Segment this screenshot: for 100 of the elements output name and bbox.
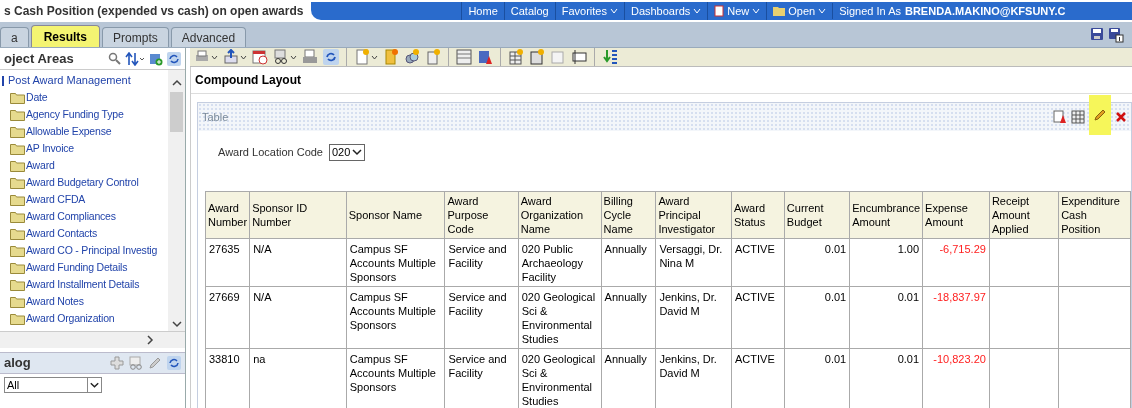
caret-icon[interactable] <box>371 54 378 60</box>
table-cell: Service and Facility <box>445 238 519 287</box>
table-cell: Annually <box>601 286 656 349</box>
tree-item[interactable]: Post Award Management <box>0 72 168 89</box>
column-header[interactable]: Encumbrance Amount <box>849 191 923 239</box>
column-header[interactable]: Award Number <box>205 191 250 239</box>
sort-down-icon[interactable] <box>602 49 618 65</box>
print-preview-icon[interactable] <box>302 49 318 65</box>
tree-item[interactable]: Award Organization <box>0 310 168 327</box>
horizontal-scrollbar[interactable] <box>0 332 185 348</box>
sort-arrows-icon[interactable] <box>125 51 145 66</box>
tree-item[interactable]: Award <box>0 157 168 174</box>
column-header[interactable]: Sponsor ID Number <box>249 191 347 239</box>
refresh-icon[interactable] <box>167 356 181 370</box>
refresh-icon[interactable] <box>323 49 339 65</box>
tree-item[interactable]: Award Budgetary Control <box>0 174 168 191</box>
add-icon[interactable] <box>149 51 163 66</box>
import-document-icon[interactable] <box>477 49 493 65</box>
nav-link[interactable]: Home <box>461 2 504 20</box>
nav-link[interactable]: Favorites <box>554 2 624 20</box>
column-width-icon[interactable] <box>571 49 587 65</box>
folder-icon <box>10 193 25 206</box>
folder-icon <box>10 244 25 257</box>
column-header[interactable]: Sponsor Name <box>346 191 445 239</box>
xyz-table-icon[interactable] <box>456 49 472 65</box>
tree-item[interactable]: Agency Funding Type <box>0 106 168 123</box>
pencil-icon <box>1093 108 1107 122</box>
column-header[interactable]: Billing Cycle Name <box>601 191 656 239</box>
scroll-down-icon[interactable] <box>170 319 183 329</box>
search-icon[interactable] <box>108 52 121 65</box>
tree-item[interactable]: Award Funding Details <box>0 259 168 276</box>
nav-link[interactable]: New <box>707 2 767 20</box>
table-cell: 0.01 <box>784 238 850 287</box>
caret-icon[interactable] <box>240 54 247 60</box>
table-cell: Annually <box>601 348 656 408</box>
calendar-clock-icon[interactable] <box>252 49 268 65</box>
new-table-icon[interactable] <box>508 49 524 65</box>
save-as-icon[interactable] <box>1108 27 1124 43</box>
pdf-export-icon[interactable] <box>1053 110 1067 124</box>
folder-icon <box>10 91 25 104</box>
table-cell: 020 Geological Sci & Environmental Studies <box>518 286 602 349</box>
folder-icon <box>10 210 25 223</box>
table-cell: N/A <box>249 238 347 287</box>
column-header[interactable]: Award Organization Name <box>518 191 602 239</box>
scroll-up-icon[interactable] <box>170 78 183 88</box>
tree-item[interactable]: Allowable Expense <box>0 123 168 140</box>
table-cell: -18,837.97 <box>922 286 990 349</box>
close-icon[interactable] <box>1115 111 1127 123</box>
tree-item[interactable]: Award Contacts <box>0 225 168 242</box>
table-cell: N/A <box>249 286 347 349</box>
catalog-filter-dropdown[interactable]: All <box>4 377 102 393</box>
tab[interactable]: Results <box>30 25 101 47</box>
tree-item[interactable]: Award CO - Principal Investig <box>0 242 168 259</box>
folder-icon <box>10 176 25 189</box>
tree-item[interactable]: Award CFDA <box>0 191 168 208</box>
glasses-icon[interactable] <box>273 49 289 65</box>
column-header[interactable]: Award Status <box>731 191 785 239</box>
tree-item[interactable]: Award Notes <box>0 293 168 310</box>
folder-icon <box>10 159 25 172</box>
save-icon[interactable] <box>1090 27 1104 41</box>
nav-link[interactable]: Catalog <box>503 2 555 20</box>
column-header[interactable]: Receipt Amount Applied <box>989 191 1059 239</box>
refresh-icon[interactable] <box>167 51 181 66</box>
tree-item[interactable]: Award Compliances <box>0 208 168 225</box>
scroll-thumb[interactable] <box>170 92 183 132</box>
vertical-scrollbar[interactable] <box>168 70 185 331</box>
caret-icon[interactable] <box>211 54 218 60</box>
nav-link[interactable]: Open <box>766 2 833 20</box>
column-header[interactable]: Award Purpose Code <box>445 191 519 239</box>
tab[interactable]: a <box>0 27 29 47</box>
table-cell: ACTIVE <box>731 286 785 349</box>
table-format-icon[interactable] <box>1071 110 1085 124</box>
circles-icon[interactable] <box>404 49 420 65</box>
caret-icon <box>87 378 101 392</box>
column-header[interactable]: Expenditure Cash Position <box>1058 191 1131 239</box>
panel-title: oject Areas <box>4 49 74 68</box>
nav-link[interactable]: Dashboards <box>623 2 708 20</box>
user-name: BRENDA.MAKINO@KFSUNY.C <box>904 3 1067 19</box>
tree-item[interactable]: AP Invoice <box>0 140 168 157</box>
tab[interactable]: Prompts <box>102 27 169 47</box>
folder-icon <box>10 278 25 291</box>
report-title: s Cash Position (expended vs cash) on open awards <box>3 3 304 19</box>
table-cell: 1.00 <box>849 238 923 287</box>
export-icon[interactable] <box>223 49 239 65</box>
tree-item[interactable]: Date <box>0 89 168 106</box>
column-header[interactable]: Current Budget <box>784 191 850 239</box>
edit-view-button[interactable] <box>1089 95 1111 135</box>
panel-title: alog <box>4 354 31 373</box>
layout-title: Compound Layout <box>195 72 301 89</box>
folder-icon <box>10 227 25 240</box>
tree-item[interactable]: Award Installment Details <box>0 276 168 293</box>
table-cell: 27669 <box>205 286 250 349</box>
tree-node-icon <box>2 74 6 87</box>
caret-icon[interactable] <box>290 54 297 60</box>
tab[interactable]: Advanced <box>170 27 247 47</box>
table-cell: Campus SF Accounts Multiple Sponsors <box>346 238 445 287</box>
prompt-dropdown[interactable]: 020 <box>329 143 366 161</box>
scroll-right-icon[interactable] <box>145 334 155 346</box>
column-header[interactable]: Award Principal Investigator <box>655 191 732 239</box>
column-header[interactable]: Expense Amount <box>922 191 990 239</box>
